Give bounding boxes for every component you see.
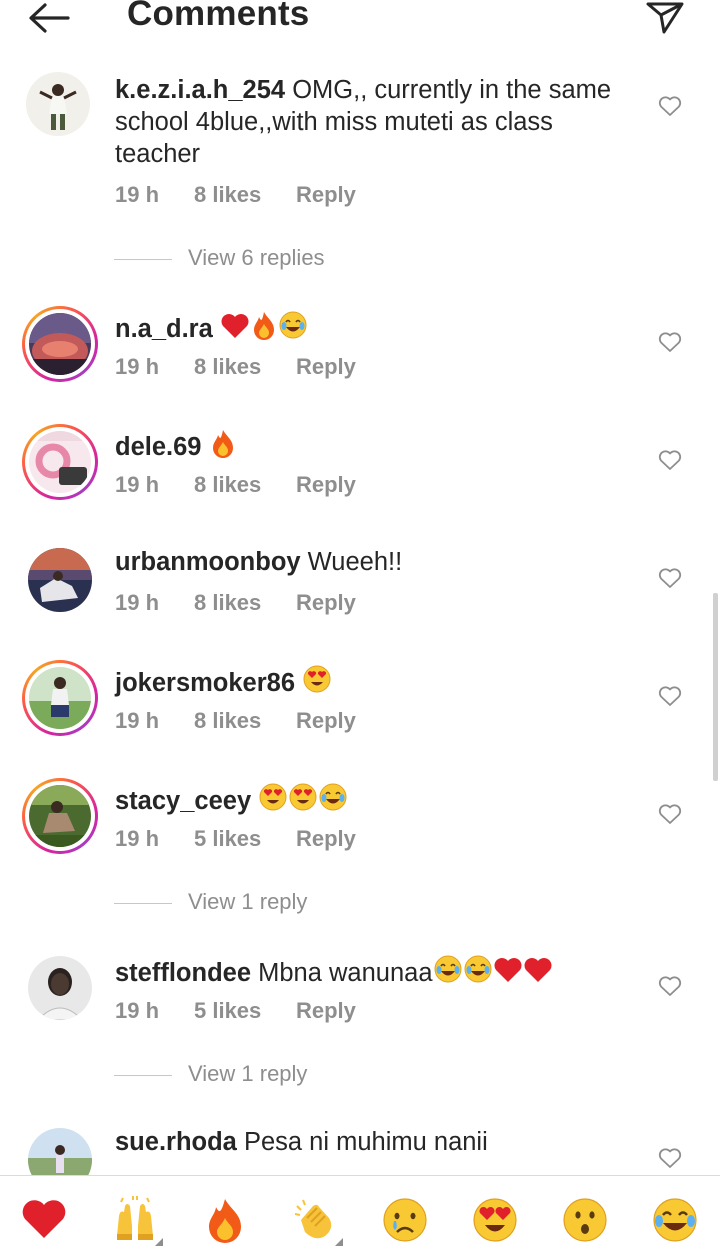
header: Comments [0, 0, 720, 40]
avatar[interactable] [22, 424, 98, 500]
comment-time: 19 h [115, 590, 160, 615]
red-heart-icon [524, 958, 552, 982]
comment-body: Mbna wanunaa [258, 959, 433, 987]
heart-eyes-icon [289, 783, 317, 811]
joy-icon [434, 955, 462, 983]
comment-text: n.a_d.ra [115, 310, 635, 345]
reply-button[interactable]: Reply [296, 708, 356, 734]
comment-body: Wueeh!! [307, 548, 403, 576]
replies-divider [114, 1075, 172, 1076]
joy-icon [279, 311, 307, 339]
raising-hands-reaction[interactable] [111, 1196, 163, 1246]
comment-time: 19 h [115, 354, 160, 379]
reply-button[interactable]: Reply [296, 182, 356, 208]
comment-text: sue.rhoda Pesa ni muhimu nanii [115, 1126, 635, 1158]
heart-eyes-icon [303, 665, 331, 693]
comment-likes[interactable]: 8 likes [194, 472, 261, 498]
crying-face-icon [383, 1198, 427, 1242]
comment-time: 19 h [115, 998, 160, 1023]
like-heart-icon[interactable] [658, 1147, 682, 1169]
comment-likes[interactable]: 5 likes [194, 826, 261, 852]
like-heart-icon[interactable] [658, 95, 682, 117]
avatar[interactable] [22, 660, 98, 736]
like-heart-icon[interactable] [658, 803, 682, 825]
crying-face-reaction[interactable] [381, 1196, 429, 1244]
comment-username[interactable]: n.a_d.ra [115, 315, 213, 343]
like-heart-icon[interactable] [658, 567, 682, 589]
surprised-face-icon [563, 1198, 607, 1242]
reply-button[interactable]: Reply [296, 590, 356, 616]
reply-button[interactable]: Reply [296, 826, 356, 852]
clapping-hands-reaction[interactable] [291, 1196, 343, 1246]
clapping-hands-icon [294, 1199, 332, 1239]
reply-button[interactable]: Reply [296, 998, 356, 1024]
comment-text: urbanmoonboy Wueeh!! [115, 546, 635, 578]
fire-icon [253, 312, 274, 340]
comment-body: Pesa ni muhimu nanii [243, 1128, 488, 1156]
comment-likes[interactable]: 8 likes [194, 182, 261, 208]
red-heart-icon [22, 1200, 66, 1238]
avatar[interactable] [22, 778, 98, 854]
reply-button[interactable]: Reply [296, 472, 356, 498]
joy-icon [319, 783, 347, 811]
avatar[interactable] [22, 1122, 98, 1175]
heart-eyes-icon [259, 783, 287, 811]
like-heart-icon[interactable] [658, 975, 682, 997]
scrollbar[interactable] [713, 593, 718, 781]
comments-list: k.e.z.i.a.h_254 OMG,, currently in the s… [0, 0, 720, 1175]
page-title: Comments [127, 0, 310, 33]
avatar[interactable] [22, 68, 98, 144]
red-heart-icon [494, 958, 522, 982]
skin-tone-indicator [335, 1238, 343, 1246]
paper-plane-icon[interactable] [644, 0, 686, 34]
view-replies-label[interactable]: View 1 reply [188, 1061, 307, 1087]
comment-time: 19 h [115, 708, 160, 733]
surprised-face-reaction[interactable] [561, 1196, 609, 1244]
comment-likes[interactable]: 5 likes [194, 998, 261, 1024]
comment-text: stefflondee Mbna wanunaa [115, 954, 635, 989]
replies-divider [114, 259, 172, 260]
fire-icon [209, 1199, 241, 1243]
like-heart-icon[interactable] [658, 449, 682, 471]
comment-text: k.e.z.i.a.h_254 OMG,, currently in the s… [115, 74, 635, 170]
comment-username[interactable]: jokersmoker86 [115, 669, 295, 697]
comment-time: 19 h [115, 826, 160, 851]
comment-username[interactable]: k.e.z.i.a.h_254 [115, 76, 285, 104]
comment-text: stacy_ceey [115, 782, 635, 817]
joy-icon [464, 955, 492, 983]
comment-likes[interactable]: 8 likes [194, 708, 261, 734]
comment-username[interactable]: stacy_ceey [115, 787, 251, 815]
view-replies-label[interactable]: View 1 reply [188, 889, 307, 915]
reply-button[interactable]: Reply [296, 354, 356, 380]
heart-eyes-icon [473, 1198, 517, 1242]
replies-divider [114, 903, 172, 904]
avatar[interactable] [22, 306, 98, 382]
view-replies-label[interactable]: View 6 replies [188, 245, 325, 271]
skin-tone-indicator [155, 1238, 163, 1246]
comment-likes[interactable]: 8 likes [194, 354, 261, 380]
like-heart-icon[interactable] [658, 331, 682, 353]
raising-hands-icon [117, 1196, 153, 1240]
like-heart-icon[interactable] [658, 685, 682, 707]
comment-text: jokersmoker86 [115, 664, 635, 699]
emoji-reaction-bar [0, 1175, 720, 1256]
comment-username[interactable]: urbanmoonboy [115, 548, 301, 576]
comment-username[interactable]: sue.rhoda [115, 1128, 237, 1156]
comment-time: 19 h [115, 182, 160, 207]
comment-time: 19 h [115, 472, 160, 497]
comment-likes[interactable]: 8 likes [194, 590, 261, 616]
joy-icon [653, 1198, 697, 1242]
joy-reaction[interactable] [651, 1196, 699, 1244]
heart-eyes-reaction[interactable] [471, 1196, 519, 1244]
fire-icon [212, 430, 233, 458]
arrow-left-icon[interactable] [26, 0, 72, 36]
avatar[interactable] [22, 950, 98, 1026]
avatar[interactable] [22, 542, 98, 618]
comment-text: dele.69 [115, 428, 635, 463]
red-heart-icon [221, 314, 249, 338]
fire-reaction[interactable] [201, 1196, 249, 1244]
comment-username[interactable]: dele.69 [115, 433, 201, 461]
red-heart-reaction[interactable] [20, 1196, 68, 1244]
comment-username[interactable]: stefflondee [115, 959, 251, 987]
